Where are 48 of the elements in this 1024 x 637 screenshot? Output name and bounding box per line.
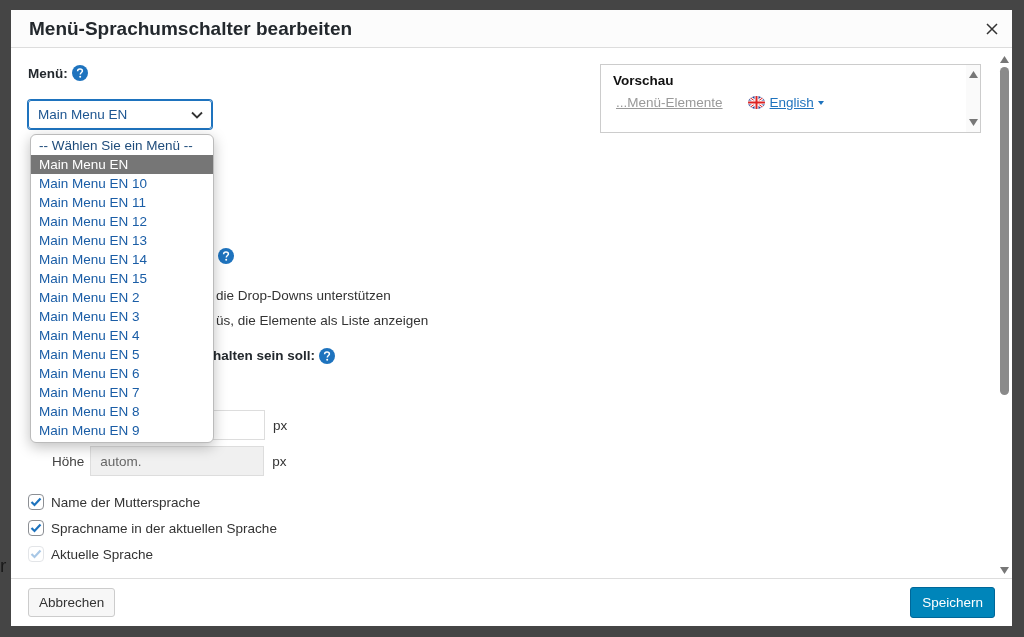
scroll-up-icon[interactable] (968, 71, 978, 78)
language-link[interactable]: English (769, 95, 814, 110)
menu-select[interactable]: Main Menu EN (28, 100, 212, 129)
help-icon[interactable] (319, 347, 336, 364)
close-icon[interactable] (984, 20, 1000, 37)
dropdown-option[interactable]: Main Menu EN 15 (31, 269, 213, 288)
preview-title: Vorschau (613, 73, 675, 88)
radio-label: üs, die Elemente als Liste anzeigen (216, 313, 429, 328)
checkbox-label: Name der Muttersprache (51, 494, 201, 510)
dropdown-option[interactable]: Main Menu EN 8 (31, 402, 213, 421)
checkbox[interactable] (28, 494, 44, 510)
scrollbar[interactable] (999, 56, 1009, 574)
dropdown-option[interactable]: -- Wählen Sie ein Menü -- (31, 136, 213, 155)
unit-label: px (272, 453, 287, 469)
scrollbar[interactable] (966, 65, 980, 132)
checkbox-label: Sprachname in der aktuellen Sprache (51, 520, 277, 536)
section-heading: halten sein soll: (213, 348, 316, 363)
dropdown-option[interactable]: Main Menu EN 7 (31, 383, 213, 402)
cancel-button[interactable]: Abbrechen (28, 588, 116, 617)
scroll-down-icon[interactable] (968, 119, 978, 126)
radio-label: die Drop-Downs unterstützen (216, 288, 391, 303)
dialog-title: Menü-Sprachumschalter bearbeiten (29, 17, 353, 40)
scroll-up-icon[interactable] (999, 56, 1009, 63)
checkbox[interactable] (28, 520, 44, 536)
dropdown-option[interactable]: Main Menu EN 9 (31, 421, 213, 440)
scroll-down-icon[interactable] (999, 567, 1009, 574)
field-label: Menü: (28, 65, 68, 81)
dropdown-option[interactable]: Main Menu EN 13 (31, 231, 213, 250)
unit-label: px (273, 417, 288, 433)
save-button[interactable]: Speichern (910, 587, 995, 618)
height-field[interactable]: autom. (90, 446, 265, 476)
dropdown-option[interactable]: Main Menu EN 12 (31, 212, 213, 231)
dropdown-option[interactable]: Main Menu EN 10 (31, 174, 213, 193)
flag-icon (747, 96, 765, 109)
checkbox-label: Aktuelle Sprache (51, 546, 154, 562)
dropdown-option[interactable]: Main Menu EN (31, 155, 213, 174)
field-label: Höhe (52, 453, 85, 469)
caret-icon (817, 100, 824, 105)
help-icon[interactable] (218, 247, 234, 264)
chevron-down-icon (191, 110, 203, 119)
dropdown-option[interactable]: Main Menu EN 4 (31, 326, 213, 345)
dropdown-option[interactable]: Main Menu EN 14 (31, 250, 213, 269)
dropdown-option[interactable]: Main Menu EN 5 (31, 345, 213, 364)
dropdown-option[interactable]: Main Menu EN 11 (31, 193, 213, 212)
help-icon[interactable] (71, 65, 88, 81)
dropdown-option[interactable]: Main Menu EN 6 (31, 364, 213, 383)
dropdown-option[interactable]: Main Menu EN 3 (31, 307, 213, 326)
dropdown-option[interactable]: Main Menu EN 2 (31, 288, 213, 307)
